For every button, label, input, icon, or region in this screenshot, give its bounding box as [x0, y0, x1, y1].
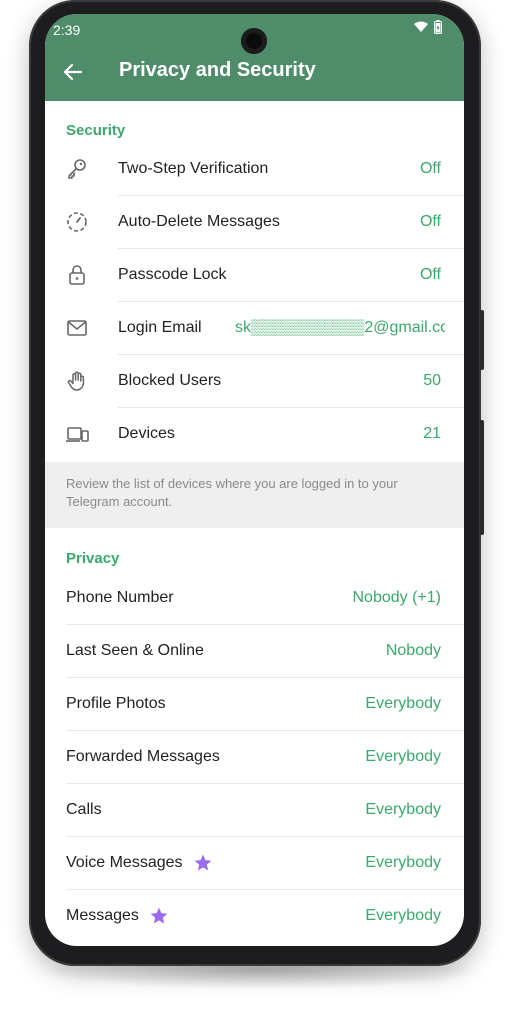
row-two-step-verification[interactable]: Two-Step Verification Off: [45, 142, 464, 195]
screen: 2:39 Privacy and Security Security Two-S…: [45, 14, 464, 946]
row-label: Auto-Delete Messages: [118, 212, 280, 230]
row-forwarded-messages[interactable]: Forwarded Messages Everybody: [45, 730, 464, 783]
arrow-left-icon: [63, 63, 83, 81]
mail-icon: [67, 319, 87, 336]
row-auto-delete-messages[interactable]: Auto-Delete Messages Off: [45, 195, 464, 248]
row-label: Blocked Users: [118, 371, 222, 389]
row-label: Profile Photos: [66, 694, 166, 712]
row-label: Voice Messages: [66, 853, 183, 871]
row-calls[interactable]: Calls Everybody: [45, 783, 464, 836]
devices-info-block: Review the list of devices where you are…: [45, 462, 464, 528]
app-header: 2:39 Privacy and Security: [45, 14, 464, 101]
row-devices[interactable]: Devices 21: [45, 407, 464, 460]
status-time: 2:39: [53, 22, 81, 38]
row-passcode-lock[interactable]: Passcode Lock Off: [45, 248, 464, 301]
section-title-privacy: Privacy: [66, 550, 120, 567]
volume-button: [480, 310, 484, 370]
row-last-seen-online[interactable]: Last Seen & Online Nobody: [45, 624, 464, 677]
row-messages[interactable]: Messages Everybody: [45, 889, 464, 942]
power-button: [480, 420, 484, 535]
row-label: Last Seen & Online: [66, 641, 204, 659]
row-label: Forwarded Messages: [66, 747, 220, 765]
premium-star-icon: [194, 854, 212, 870]
row-value: Everybody: [365, 800, 441, 818]
back-button[interactable]: [59, 58, 87, 86]
battery-icon: [434, 20, 442, 34]
section-title-security: Security: [66, 122, 126, 139]
row-login-email[interactable]: Login Email sk▒▒▒▒▒▒▒▒▒▒2@gmail.com: [45, 301, 464, 354]
row-label: Messages: [66, 906, 139, 924]
row-value: Nobody: [385, 641, 441, 659]
timer-icon: [67, 211, 87, 232]
row-label: Calls: [66, 800, 102, 818]
row-value: 21: [423, 424, 441, 442]
row-value: Off: [419, 159, 441, 177]
row-value: Everybody: [365, 906, 441, 924]
row-blocked-users[interactable]: Blocked Users 50: [45, 354, 464, 407]
row-label: Phone Number: [66, 588, 174, 606]
front-camera: [241, 28, 267, 54]
row-phone-number[interactable]: Phone Number Nobody (+1): [45, 571, 464, 624]
row-voice-messages[interactable]: Voice Messages Everybody: [45, 836, 464, 889]
row-label: Two-Step Verification: [118, 159, 269, 177]
devices-info-text: Review the list of devices where you are…: [66, 476, 398, 509]
premium-star-icon: [151, 907, 168, 923]
wifi-icon: [414, 21, 428, 32]
page-title: Privacy and Security: [119, 59, 316, 81]
row-label: Login Email: [118, 318, 202, 336]
row-label-wrap: Messages: [66, 906, 169, 926]
row-profile-photos[interactable]: Profile Photos Everybody: [45, 677, 464, 730]
row-value: Off: [419, 212, 441, 230]
row-label-wrap: Voice Messages: [66, 853, 213, 873]
row-label: Devices: [118, 424, 175, 442]
devices-icon: [66, 426, 89, 442]
hand-icon: [67, 371, 85, 391]
status-icons: [414, 20, 442, 34]
login-email-value: sk▒▒▒▒▒▒▒▒▒▒2@gmail.com: [235, 318, 445, 336]
row-value: Everybody: [365, 747, 441, 765]
row-value: Nobody (+1): [352, 588, 442, 606]
row-value: 50: [423, 371, 441, 389]
row-value: Off: [419, 265, 441, 283]
row-label: Passcode Lock: [118, 265, 227, 283]
key-icon: [68, 158, 86, 179]
row-value: Everybody: [365, 694, 441, 712]
lock-icon: [69, 264, 85, 285]
row-value: Everybody: [365, 853, 441, 871]
